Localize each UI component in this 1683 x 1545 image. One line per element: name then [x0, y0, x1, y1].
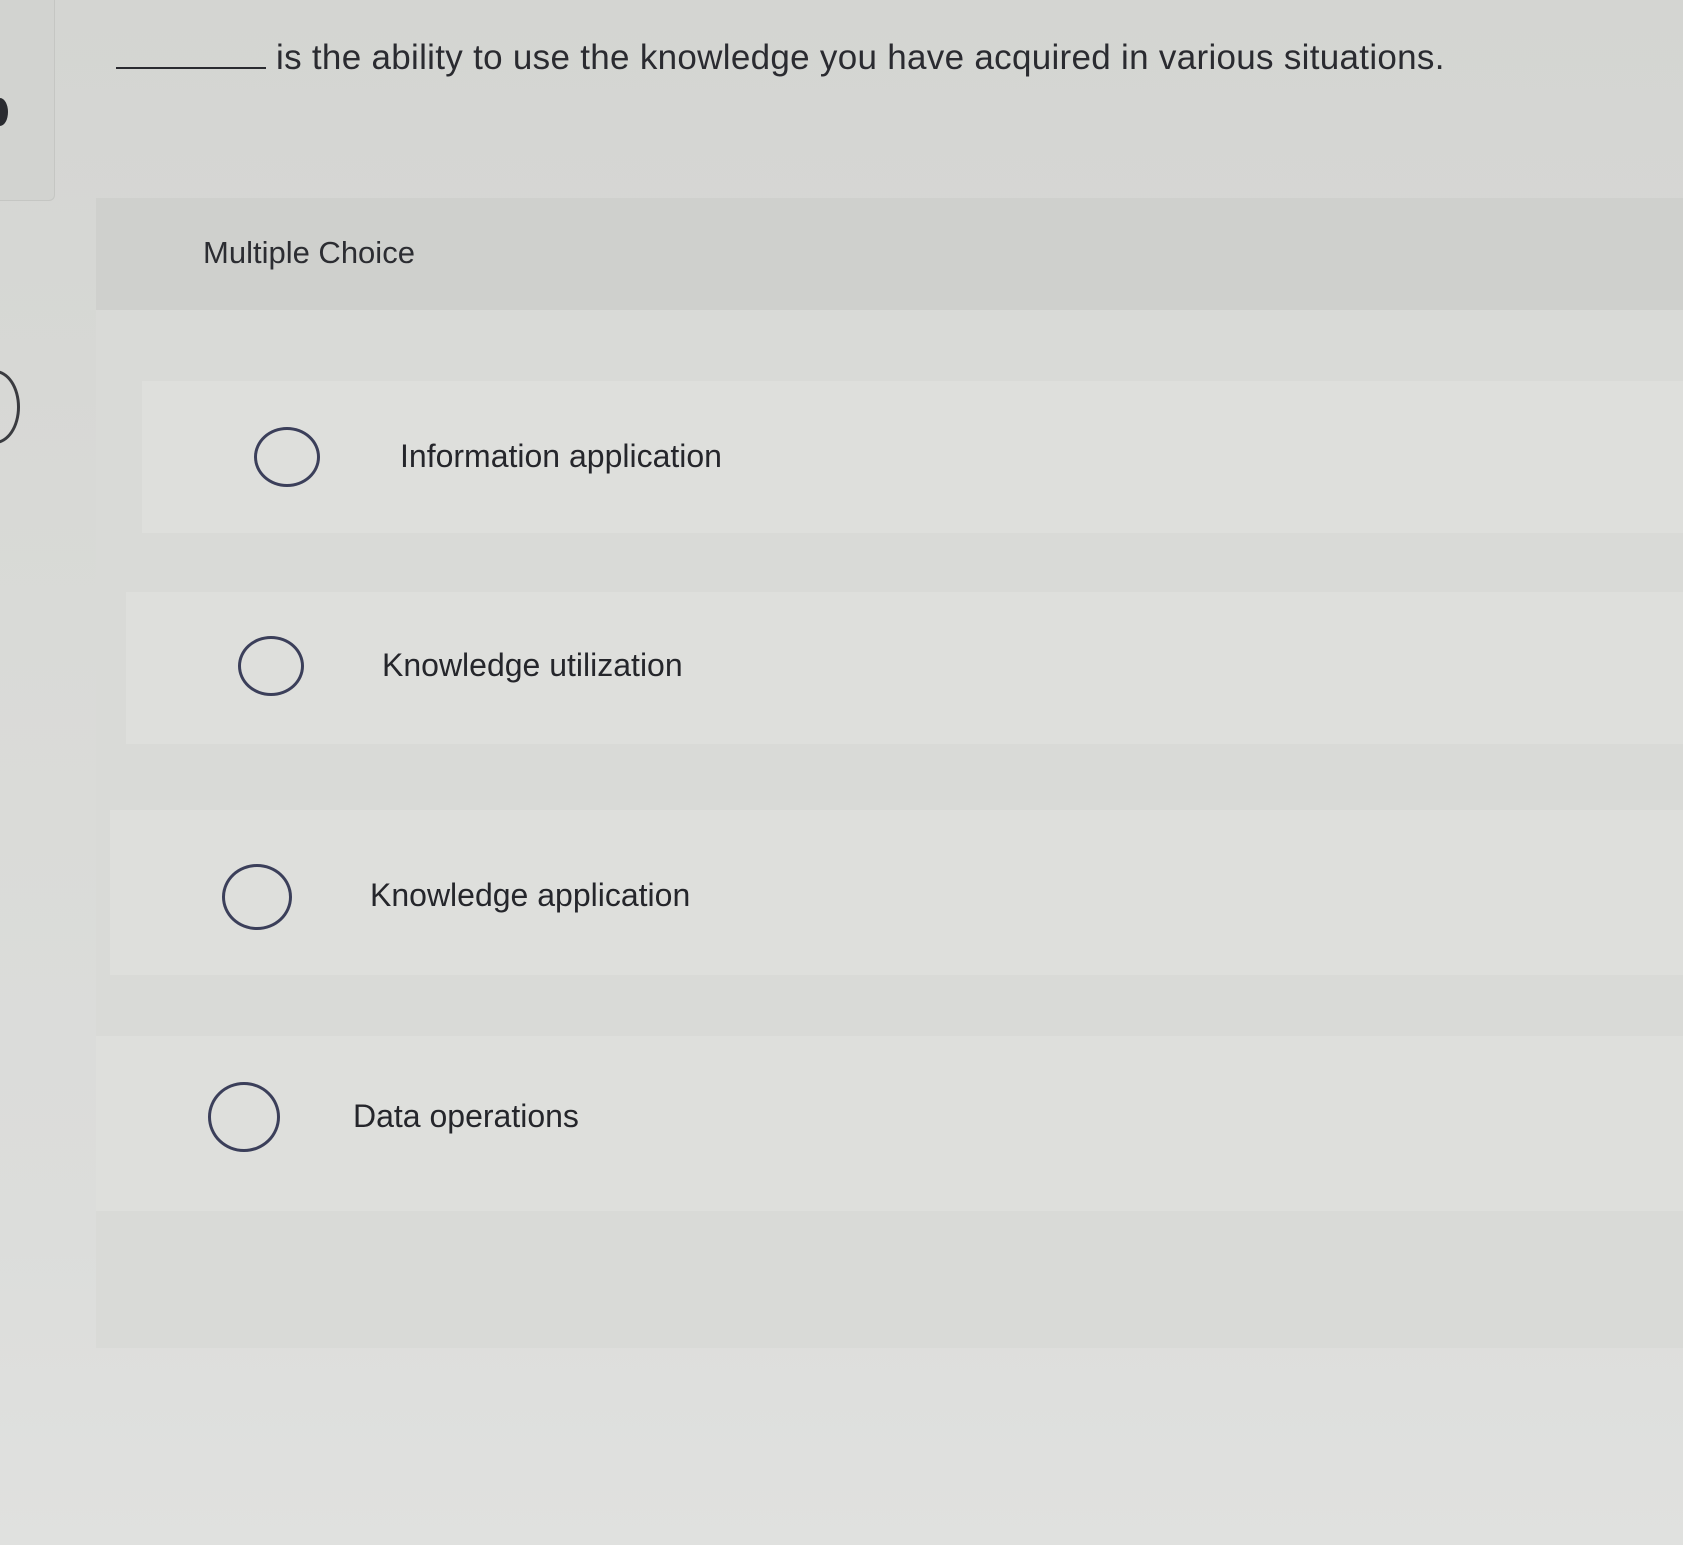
radio-circle-icon[interactable] [254, 427, 320, 487]
answer-option-1[interactable]: Information application [142, 381, 1683, 533]
answer-option-4[interactable]: Data operations [96, 1036, 1683, 1211]
radio-circle-icon[interactable] [222, 864, 292, 930]
option-label: Information application [400, 438, 722, 474]
option-label: Knowledge utilization [382, 647, 683, 683]
option-label: Knowledge application [370, 877, 691, 913]
radio-circle-icon[interactable] [238, 636, 304, 696]
multiple-choice-label: Multiple Choice [203, 235, 415, 270]
question-prompt: is the ability to use the knowledge you … [116, 38, 1616, 78]
radio-circle-icon[interactable] [208, 1082, 280, 1152]
answer-option-3[interactable]: Knowledge application [110, 810, 1683, 975]
navigation-arrow-icon[interactable] [0, 370, 20, 444]
multiple-choice-header: Multiple Choice [96, 198, 1683, 310]
answer-blank [116, 45, 266, 69]
previous-panel-edge [0, 0, 55, 201]
multiple-choice-panel: Multiple Choice Information application … [96, 198, 1683, 1348]
answer-option-2[interactable]: Knowledge utilization [126, 592, 1683, 744]
question-text: is the ability to use the knowledge you … [276, 38, 1445, 77]
option-label: Data operations [353, 1098, 579, 1134]
